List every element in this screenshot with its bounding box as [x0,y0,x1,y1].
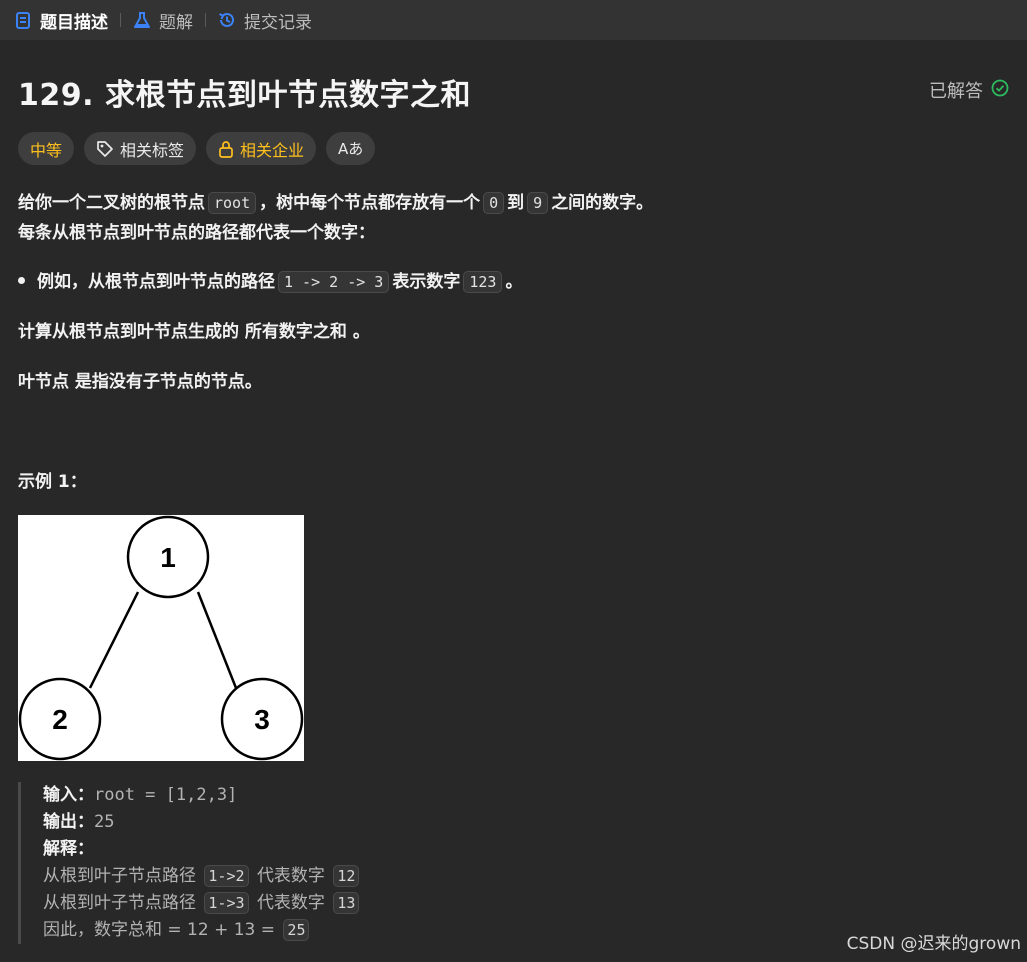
text: 代表数字 [256,893,325,913]
explanation-line: 从根到叶子节点路径 1->3 代表数字 13 [43,890,618,917]
tree-node-label: 2 [52,704,68,735]
text: 表示数字 [392,272,461,292]
example-heading: 示例 1： [18,472,87,492]
description-paragraph-4: 叶节点 是指没有子节点的节点。 [18,367,262,392]
tab-description[interactable]: 题目描述 [14,0,108,40]
document-icon [14,11,32,29]
text: 给你一个二叉树的根节点 [18,193,205,213]
text: 。 [505,272,523,292]
history-icon [218,11,236,29]
flask-icon [133,11,151,29]
translate-icon: Aあ [338,140,364,158]
tag-row: 中等 相关标签 相关企业 Aあ [18,132,376,165]
tree-node-label: 1 [160,542,176,573]
bullet-dot [18,276,25,284]
related-tags-label: 相关标签 [120,140,185,160]
example-tree-image: 1 2 3 [18,515,304,761]
description-paragraph-1: 给你一个二叉树的根节点 root ，树中每个节点都存放有一个 0 到 9 之间的数字。 [18,188,654,214]
inline-code: 9 [527,192,549,214]
text: 从根到叶子节点路径 [43,866,196,886]
input-label: 输入： [43,785,94,805]
inline-code: 12 [333,865,360,887]
tab-submissions[interactable]: 提交记录 [218,0,312,40]
tab-divider [120,13,121,27]
text: 例如，从根节点到叶节点的路径 [37,272,275,292]
inline-code: 25 [283,919,310,941]
tree-edge [196,591,238,689]
tab-description-label: 题目描述 [40,12,108,33]
description-paragraph-2: 每条从根节点到叶节点的路径都代表一个数字： [18,223,375,243]
explanation-line: 因此，数字总和 = 12 + 13 = 25 [43,917,618,944]
solved-label: 已解答 [929,81,983,102]
tab-solutions[interactable]: 题解 [133,0,193,40]
tab-submissions-label: 提交记录 [244,12,312,33]
text: 因此，数字总和 = 12 + 13 = [43,920,276,940]
related-tags-button[interactable]: 相关标签 [84,132,197,165]
emphasis-text: 所有数字之和 [244,322,347,342]
inline-code: 0 [483,192,505,214]
translate-button[interactable]: Aあ [326,132,376,165]
lock-icon [218,140,234,158]
output-label: 输出： [43,812,94,832]
inline-code: root [208,192,257,214]
tree-edge [88,591,140,689]
tree-node-label: 3 [254,704,270,735]
example-block: 输入：root = [1,2,3] 输出：25 解释： 从根到叶子节点路径 1-… [18,782,618,944]
text: 是指没有子节点的节点。 [74,372,262,392]
bullet-item: 例如，从根节点到叶节点的路径 1 -> 2 -> 3 表示数字 123。 [18,267,523,293]
text: 从根到叶子节点路径 [43,893,196,913]
example-explanation: 解释： [43,836,618,863]
tab-bar: 题目描述 题解 提交记录 [0,0,1027,40]
explanation-line: 从根到叶子节点路径 1->2 代表数字 12 [43,863,618,890]
explanation-label: 解释： [43,839,94,859]
solved-status: 已解答 [929,77,1009,103]
tag-icon [96,140,114,158]
binary-tree-diagram: 1 2 3 [18,515,304,761]
difficulty-label: 中等 [30,140,63,160]
output-value: 25 [94,812,115,832]
tab-solutions-label: 题解 [159,12,193,33]
emphasis-text: 叶节点 [18,372,69,392]
inline-code: 1->3 [204,892,249,914]
text: 计算从根节点到叶节点生成的 [18,322,239,342]
input-value: root = [1,2,3] [94,785,238,805]
example-output: 输出：25 [43,809,618,836]
text: 代表数字 [256,866,325,886]
example-input: 输入：root = [1,2,3] [43,782,618,809]
difficulty-badge[interactable]: 中等 [18,132,75,165]
description-paragraph-3: 计算从根节点到叶节点生成的 所有数字之和 。 [18,317,370,342]
related-companies-label: 相关企业 [240,140,305,160]
problem-title: 129. 求根节点到叶节点数字之和 [18,78,471,113]
watermark: CSDN @迟来的grown [846,934,1021,954]
check-circle-icon [983,79,1009,102]
inline-code: 13 [333,892,360,914]
inline-code: 1->2 [204,865,249,887]
text: ，树中每个节点都存放有一个 [259,193,481,213]
text: 到 [507,193,525,213]
tab-divider [205,13,206,27]
text: 之间的数字。 [551,193,654,213]
text: 。 [352,322,370,342]
related-companies-button[interactable]: 相关企业 [206,132,317,165]
inline-code: 1 -> 2 -> 3 [278,271,390,293]
inline-code: 123 [463,271,503,293]
